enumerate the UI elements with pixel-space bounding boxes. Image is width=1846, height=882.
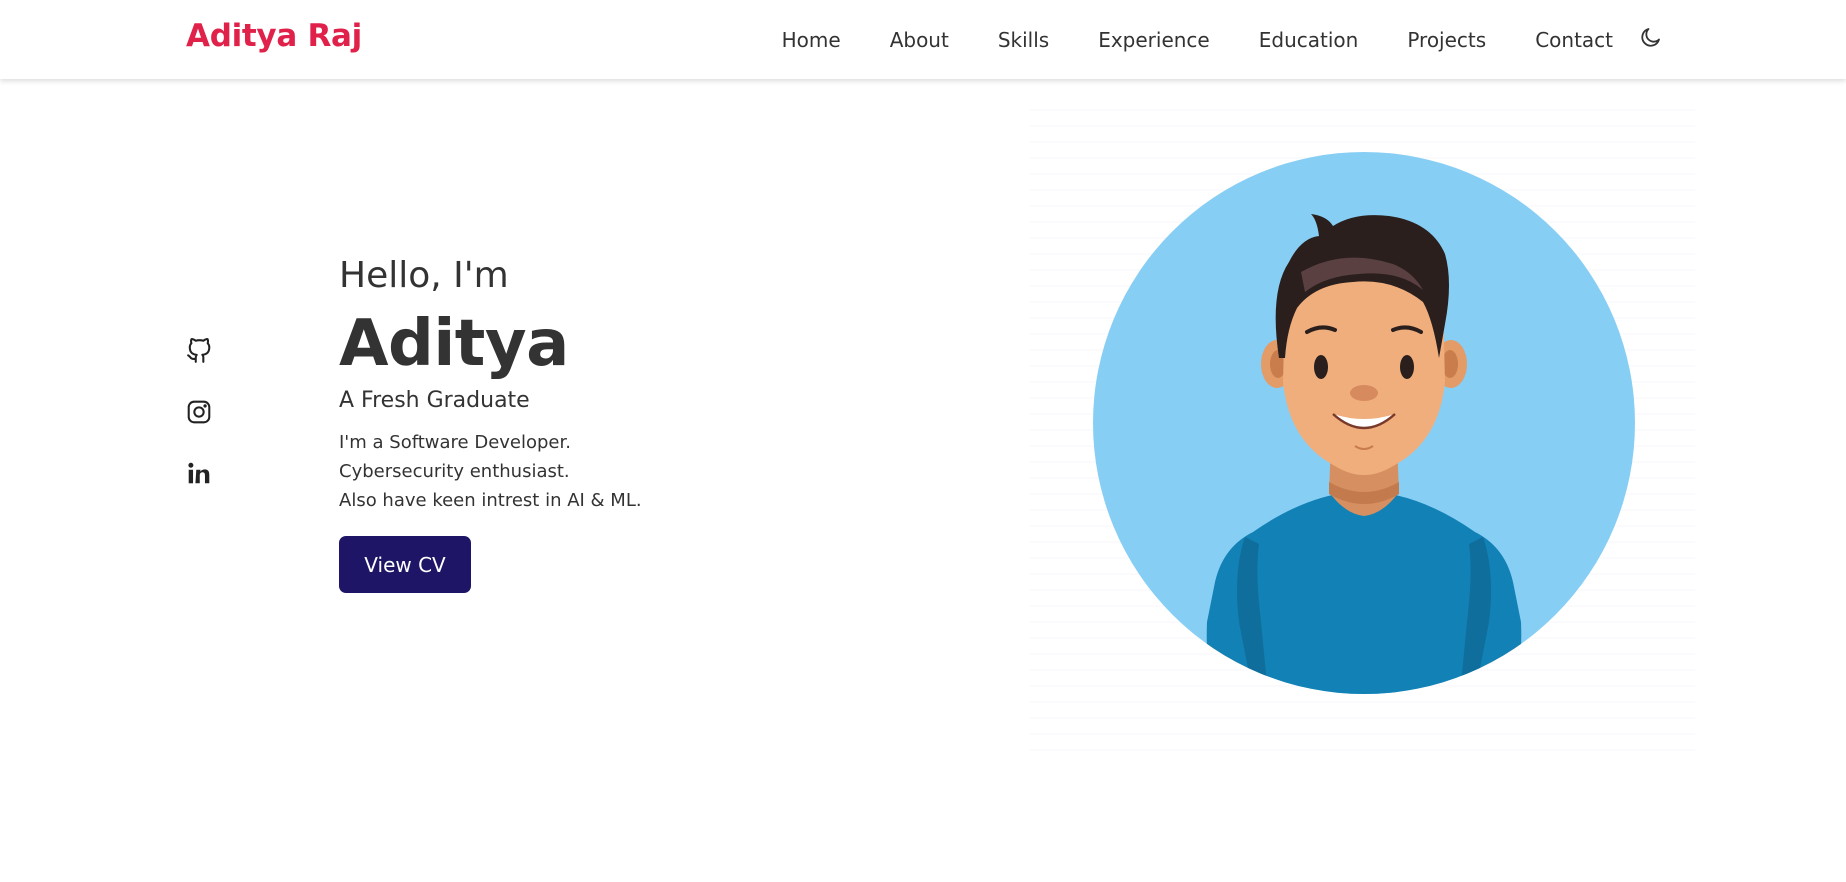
github-link[interactable] [186, 338, 212, 364]
hero-section: Hello, I'm Aditya A Fresh Graduate I'm a… [339, 252, 899, 593]
social-links [186, 338, 214, 521]
nav-link-home[interactable]: Home [782, 28, 841, 52]
main-nav: Home About Skills Experience Education P… [782, 0, 1664, 79]
site-logo[interactable]: Aditya Raj [186, 18, 362, 54]
hero-greeting: Hello, I'm [339, 255, 509, 296]
avatar-container [1030, 95, 1695, 755]
site-header: Aditya Raj Home About Skills Experience … [0, 0, 1846, 79]
instagram-link[interactable] [186, 399, 212, 425]
theme-toggle-button[interactable] [1638, 24, 1664, 50]
about-line: Also have keen intrest in AI & ML. [339, 490, 642, 511]
nav-link-skills[interactable]: Skills [998, 28, 1049, 52]
hero-about: I'm a Software Developer. Cybersecurity … [339, 428, 899, 515]
avatar-illustration [1093, 152, 1635, 694]
view-cv-button[interactable]: View CV [339, 536, 471, 593]
nav-link-contact[interactable]: Contact [1535, 28, 1613, 52]
hero-name: Aditya [339, 307, 569, 381]
nav-link-experience[interactable]: Experience [1098, 28, 1210, 52]
moon-icon [1641, 27, 1660, 47]
about-line: Cybersecurity enthusiast. [339, 461, 570, 482]
linkedin-icon [188, 462, 210, 484]
nav-link-about[interactable]: About [890, 28, 949, 52]
nav-link-education[interactable]: Education [1259, 28, 1359, 52]
hero-tagline: A Fresh Graduate [339, 388, 530, 413]
about-line: I'm a Software Developer. [339, 432, 571, 453]
instagram-icon [187, 400, 211, 424]
linkedin-link[interactable] [186, 460, 212, 486]
nav-link-projects[interactable]: Projects [1407, 28, 1486, 52]
github-icon [187, 338, 211, 363]
